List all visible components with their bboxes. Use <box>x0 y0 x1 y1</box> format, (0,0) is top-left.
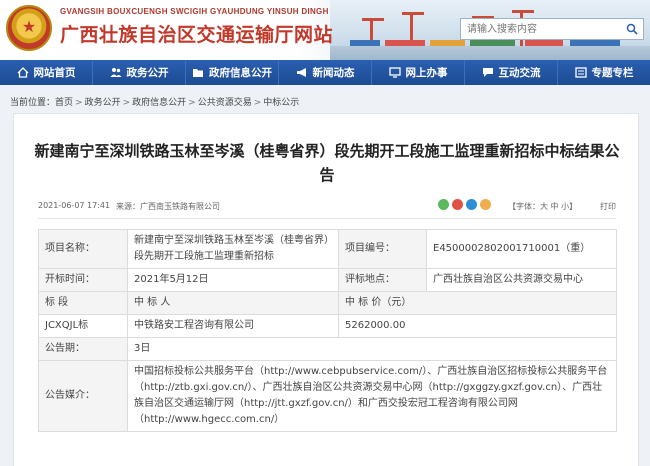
breadcrumb-gov-info[interactable]: 政府信息公开 <box>132 98 186 108</box>
national-emblem-icon: ★ <box>6 5 52 51</box>
project-no-label: 项目编号： <box>338 229 427 269</box>
nav-label: 互动交流 <box>498 67 541 79</box>
open-time-label: 开标时间： <box>38 268 128 292</box>
site-title[interactable]: 广西壮族自治区交通运输厅网站 <box>60 20 333 47</box>
nav-affairs[interactable]: 政务公开 <box>93 60 186 85</box>
award-table: 项目名称： 新建南宁至深圳铁路玉林至岑溪（桂粤省界）段先期开工段施工监理重新招标… <box>38 229 617 432</box>
meta-divider <box>38 218 616 219</box>
article-title: 新建南宁至深圳铁路玉林至岑溪（桂粤省界）段先期开工段施工监理重新招标中标结果公告 <box>34 142 620 184</box>
nav-label: 新闻动态 <box>312 67 355 79</box>
article-panel: 新建南宁至深圳铁路玉林至岑溪（桂粤省界）段先期开工段施工监理重新招标中标结果公告… <box>13 113 639 466</box>
search-box <box>460 18 644 40</box>
nav-gov-info[interactable]: 政府信息公开 <box>186 60 279 85</box>
nav-topics[interactable]: 专题专栏 <box>558 60 650 85</box>
people-icon <box>110 68 121 77</box>
folder-icon <box>193 69 203 77</box>
price-header: 中 标 价（元） <box>338 291 617 315</box>
breadcrumb-affairs[interactable]: 政务公开 <box>85 98 121 108</box>
site-subtitle: GVANGSIH BOUXCUENGH SWCIGIH GYAUHDUNG YI… <box>60 7 329 16</box>
section-value: JCXQJL标 <box>38 314 128 338</box>
project-name: 新建南宁至深圳铁路玉林至岑溪（桂粤省界）段先期开工段施工监理重新招标 <box>127 229 339 269</box>
home-icon <box>17 67 28 78</box>
winner-header: 中 标 人 <box>127 291 339 315</box>
media-value: 中国招标投标公共服务平台（http://www.cebpubservice.co… <box>127 360 617 432</box>
wechat-share-icon[interactable] <box>438 199 449 210</box>
table-row: 公告媒介： 中国招标投标公共服务平台（http://www.cebpubserv… <box>38 360 617 432</box>
article-source: 来源：广西南玉铁路有限公司 <box>116 202 220 211</box>
qq-share-icon[interactable] <box>466 199 477 210</box>
site-header: ★ GVANGSIH BOUXCUENGH SWCIGIH GYAUHDUNG … <box>0 0 650 60</box>
nav-home[interactable]: 网站首页 <box>0 60 93 85</box>
table-row: 项目名称： 新建南宁至深圳铁路玉林至岑溪（桂粤省界）段先期开工段施工监理重新招标… <box>38 229 617 269</box>
table-row: 开标时间： 2021年5月12日 评标地点： 广西壮族自治区公共资源交易中心 <box>38 268 617 292</box>
monitor-icon <box>388 67 401 78</box>
search-button[interactable] <box>621 19 643 39</box>
font-size-control[interactable]: 【字体：大 中 小】 <box>508 201 577 212</box>
price-value: 5262000.00 <box>338 314 617 338</box>
article-meta: 2021-06-07 17:41 来源：广西南玉铁路有限公司 【字体：大 中 小… <box>38 199 616 213</box>
project-no: E4500002802001710001（重） <box>426 229 617 269</box>
table-row: JCXQJL标 中铁路安工程咨询有限公司 5262000.00 <box>38 314 617 338</box>
nav-news[interactable]: 新闻动态 <box>279 60 372 85</box>
breadcrumb-public-trading[interactable]: 公共资源交易 <box>198 98 252 108</box>
nav-online-services[interactable]: 网上办事 <box>372 60 465 85</box>
breadcrumb: 当前位置：首页 > 政务公开 > 政府信息公开 > 公共资源交易 > 中标公示 <box>10 98 300 108</box>
open-time: 2021年5月12日 <box>127 268 339 292</box>
nav-label: 专题专栏 <box>591 67 634 79</box>
search-input[interactable] <box>461 19 621 39</box>
eval-place: 广西壮族自治区公共资源交易中心 <box>426 268 617 292</box>
period-value: 3日 <box>127 337 617 361</box>
project-name-label: 项目名称： <box>38 229 128 269</box>
section-header: 标 段 <box>38 291 128 315</box>
print-link[interactable]: 打印 <box>600 201 616 212</box>
nav-interaction[interactable]: 互动交流 <box>465 60 558 85</box>
megaphone-icon <box>296 68 306 77</box>
table-row: 标 段 中 标 人 中 标 价（元） <box>38 291 617 315</box>
chat-icon <box>482 68 493 77</box>
breadcrumb-home[interactable]: 首页 <box>55 98 73 108</box>
weibo-share-icon[interactable] <box>452 199 463 210</box>
share-buttons <box>438 199 491 210</box>
bookmark-icon <box>574 67 587 78</box>
nav-label: 网站首页 <box>33 67 76 79</box>
publish-date: 2021-06-07 17:41 <box>38 201 111 210</box>
winner-value: 中铁路安工程咨询有限公司 <box>127 314 339 338</box>
period-label: 公告期： <box>38 337 128 361</box>
table-row: 公告期： 3日 <box>38 337 617 361</box>
main-nav: 网站首页 政务公开 政府信息公开 新闻动态 网上办事 互动交流 专题专栏 <box>0 60 650 85</box>
breadcrumb-award-notice[interactable]: 中标公示 <box>263 98 299 108</box>
nav-label: 政务公开 <box>126 67 169 79</box>
breadcrumb-prefix: 当前位置： <box>10 98 56 108</box>
search-icon <box>626 23 638 35</box>
nav-label: 网上办事 <box>405 67 448 79</box>
eval-place-label: 评标地点： <box>338 268 427 292</box>
qzone-share-icon[interactable] <box>480 199 491 210</box>
media-label: 公告媒介： <box>38 360 128 432</box>
nav-label: 政府信息公开 <box>209 67 272 79</box>
